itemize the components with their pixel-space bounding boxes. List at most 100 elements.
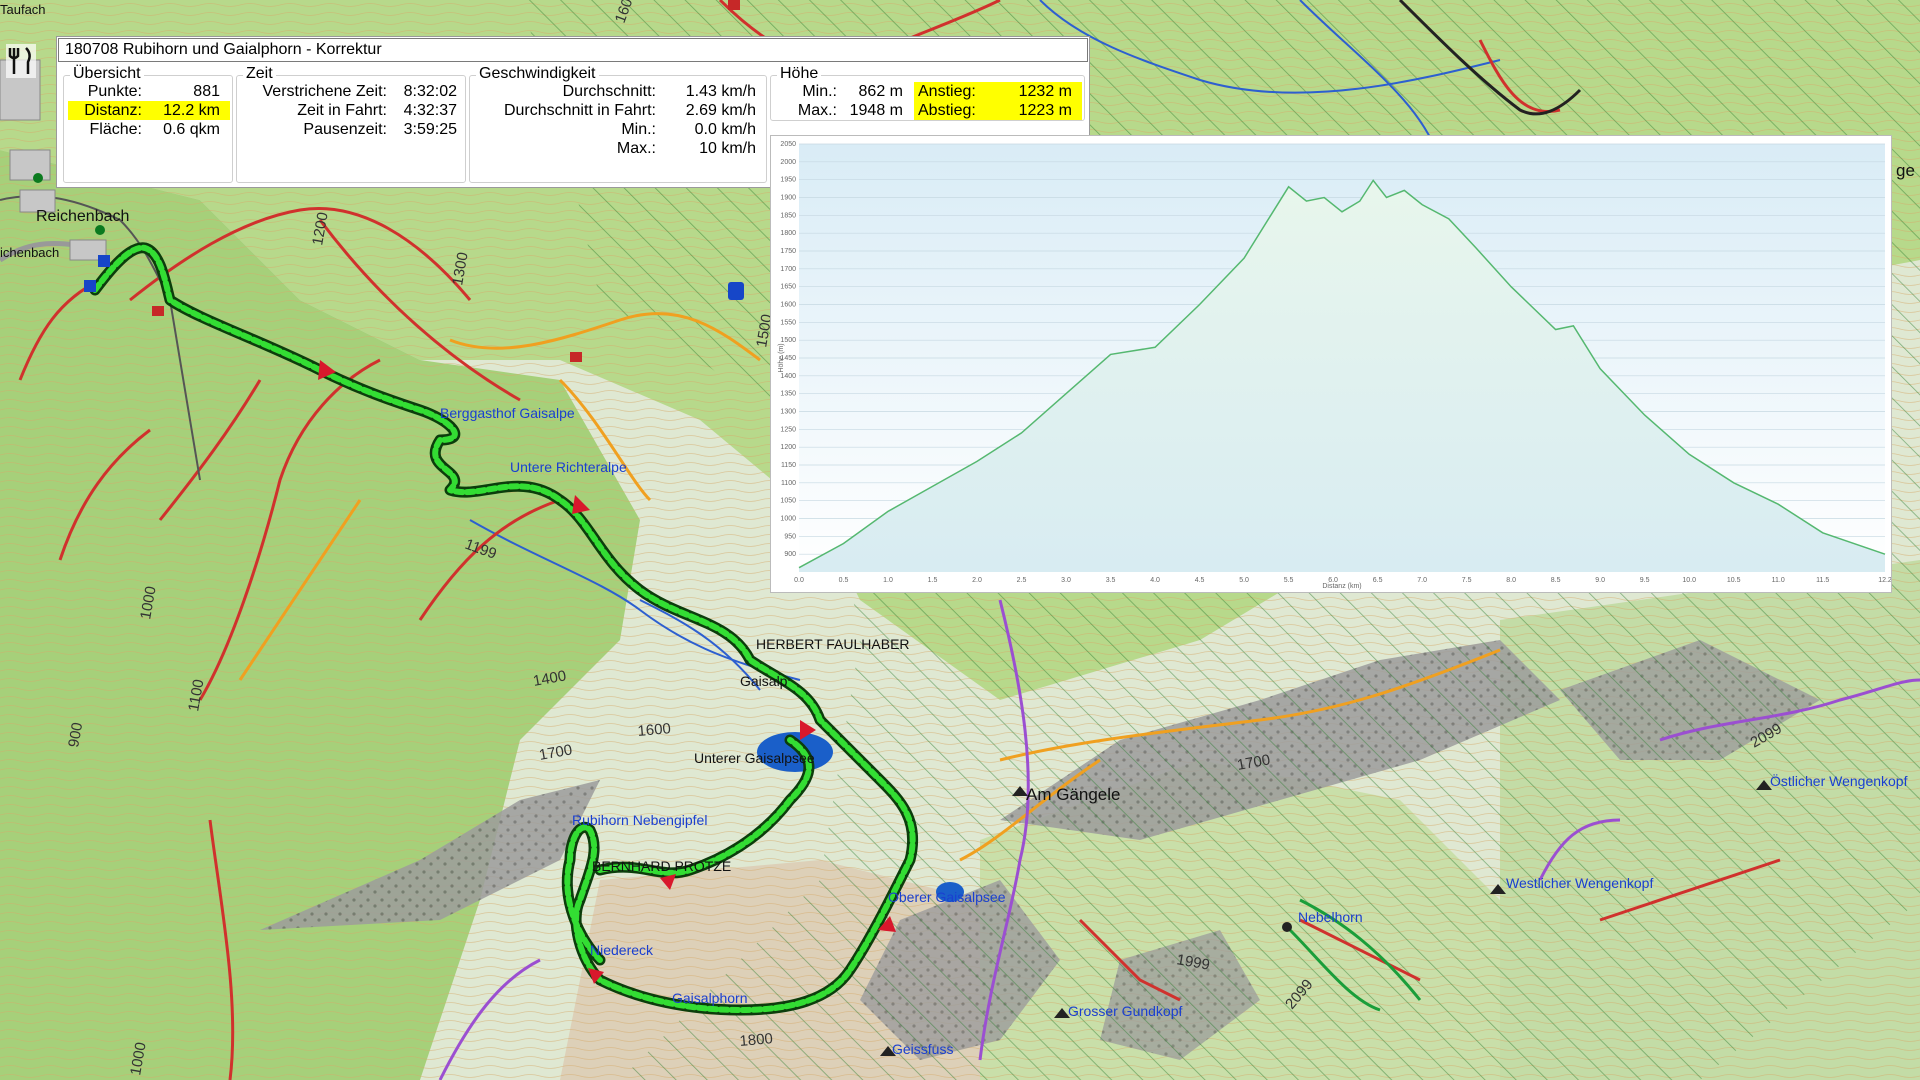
y-tick-label: 1750 (780, 248, 796, 255)
time-row-elapsed: Verstrichene Zeit: 8:32:02 (237, 82, 465, 101)
label-rubihorn: Rubihorn Nebengipfel (572, 812, 707, 828)
time-label: Pausenzeit: (303, 121, 387, 138)
y-tick-label: 1650 (780, 284, 796, 291)
height-min-value: 862 m (858, 83, 903, 100)
overview-label: Punkte: (87, 83, 142, 100)
time-value: 3:59:25 (403, 121, 457, 138)
speed-group: Geschwindigkeit Durchschnitt: 1.43 km/h … (469, 65, 767, 183)
x-tick-label: 8.0 (1506, 577, 1516, 584)
overview-legend: Übersicht (70, 65, 144, 83)
y-tick-label: 950 (784, 533, 796, 540)
x-tick-label: 7.5 (1462, 577, 1472, 584)
y-tick-label: 1150 (781, 462, 796, 469)
speed-label: Durchschnitt in Fahrt: (503, 102, 656, 119)
y-tick-label: 1250 (780, 426, 796, 433)
overview-value: 881 (193, 83, 220, 100)
time-value: 4:32:37 (403, 102, 457, 119)
label-ge: ge (1896, 161, 1915, 180)
y-tick-label: 1950 (780, 177, 796, 184)
x-tick-label: 8.5 (1551, 577, 1561, 584)
overview-row-points: Punkte: 881 (68, 82, 228, 101)
speed-label: Durchschnitt: (562, 83, 656, 100)
label-gasthof: Berggasthof Gaisalpe (440, 405, 575, 421)
y-tick-label: 1200 (780, 444, 796, 451)
elev-1600: 1600 (637, 720, 672, 740)
y-tick-label: 1550 (780, 319, 796, 326)
x-tick-label: 3.5 (1106, 577, 1116, 584)
label-grosser: Grosser Gundkopf (1068, 1003, 1182, 1019)
speed-value: 1.43 km/h (685, 83, 756, 100)
label-oberer-gaisalpsee: Oberer Gaisalpsee (888, 889, 1006, 905)
label-geissfuss: Geissfuss (892, 1041, 953, 1057)
speed-legend: Geschwindigkeit (476, 65, 599, 83)
x-tick-label: 5.5 (1284, 577, 1294, 584)
x-tick-label: 0.0 (794, 577, 804, 584)
y-tick-label: 1850 (780, 212, 796, 219)
label-herbert: HERBERT FAULHABER (756, 636, 910, 652)
x-tick-label: 11.0 (1772, 577, 1785, 584)
x-tick-label: 3.0 (1061, 577, 1071, 584)
elevation-profile-chart[interactable]: 900 950 1000 1050 1100 1150 1200 1250 1300 1350 14… (770, 135, 1892, 593)
elev-1800: 1800 (739, 1030, 774, 1050)
speed-value: 10 km/h (699, 140, 756, 157)
height-group: Höhe Min.: 862 m Anstieg: 1232 m Max.: 1… (770, 65, 1085, 121)
overview-value: 0.6 qkm (163, 121, 220, 138)
fork-knife-icon (6, 44, 36, 78)
time-label: Zeit in Fahrt: (297, 102, 387, 119)
y-tick-label: 1500 (780, 337, 796, 344)
x-tick-label: 10.5 (1727, 577, 1741, 584)
label-am-gaengele: Am Gängele (1026, 785, 1121, 804)
label-nebelhorn: Nebelhorn (1298, 909, 1363, 925)
x-tick-label: 1.0 (883, 577, 893, 584)
x-tick-label: 11.5 (1816, 577, 1829, 584)
speed-row-avg: Durchschnitt: 1.43 km/h (470, 82, 766, 101)
height-max-value: 1948 m (849, 102, 903, 119)
track-title: 180708 Rubihorn und Gaialphorn - Korrekt… (58, 38, 1088, 62)
speed-label: Min.: (621, 121, 656, 138)
y-tick-label: 1900 (780, 195, 796, 202)
x-tick-label: 4.0 (1150, 577, 1160, 584)
x-tick-label: 6.5 (1373, 577, 1383, 584)
label-taufach: Taufach (0, 2, 46, 17)
y-tick-label: 2000 (780, 159, 796, 166)
y-tick-label: 1800 (780, 230, 796, 237)
x-tick-label: 2.0 (972, 577, 982, 584)
label-oestlicher: Östlicher Wengenkopf (1770, 772, 1908, 789)
y-tick-label: 1600 (780, 302, 796, 309)
x-tick-label: 5.0 (1239, 577, 1249, 584)
y-tick-label: 1400 (780, 373, 796, 380)
x-tick-label: 9.0 (1595, 577, 1605, 584)
label-reichenbach: Reichenbach (36, 208, 129, 225)
overview-row-distance: Distanz: 12.2 km (68, 101, 230, 120)
label-untere-gaisalpsee: Unterer Gaisalpsee (694, 750, 815, 766)
x-tick-label: 9.5 (1640, 577, 1650, 584)
overview-group: Übersicht Punkte: 881 Distanz: 12.2 km F… (63, 65, 233, 183)
overview-row-area: Fläche: 0.6 qkm (68, 120, 228, 139)
x-tick-label: 4.5 (1195, 577, 1205, 584)
overview-label: Distanz: (84, 102, 142, 119)
label-reichenbach-partial: ichenbach (0, 245, 59, 260)
y-tick-label: 1100 (781, 480, 796, 487)
y-tick-label: 900 (784, 551, 796, 558)
speed-row-min: Min.: 0.0 km/h (470, 120, 766, 139)
time-legend: Zeit (243, 65, 276, 83)
time-group: Zeit Verstrichene Zeit: 8:32:02 Zeit in … (236, 65, 466, 183)
height-max-label: Max.: (797, 102, 837, 119)
y-tick-label: 1000 (780, 516, 796, 523)
time-label: Verstrichene Zeit: (262, 83, 388, 100)
overview-value: 12.2 km (163, 102, 220, 119)
y-tick-label: 1050 (780, 498, 796, 505)
time-value: 8:32:02 (403, 83, 457, 100)
label-bernhard: BERNHARD PROTZE (592, 858, 731, 874)
y-tick-label: 1300 (780, 409, 796, 416)
label-gaisalphorn: Gaisalphorn (672, 990, 748, 1006)
height-row-1: Min.: 862 m Anstieg: 1232 m (771, 82, 1083, 101)
height-descent-value: 1223 m (990, 101, 1082, 120)
time-row-moving: Zeit in Fahrt: 4:32:37 (237, 101, 465, 120)
y-tick-label: 1700 (780, 266, 796, 273)
x-tick-label: 12.2 (1878, 577, 1891, 584)
label-niedereck: Niedereck (590, 942, 654, 958)
y-axis-label: Höhe (m) (778, 343, 785, 372)
label-westlicher: Westlicher Wengenkopf (1506, 875, 1653, 891)
height-min-label: Min.: (802, 83, 837, 100)
